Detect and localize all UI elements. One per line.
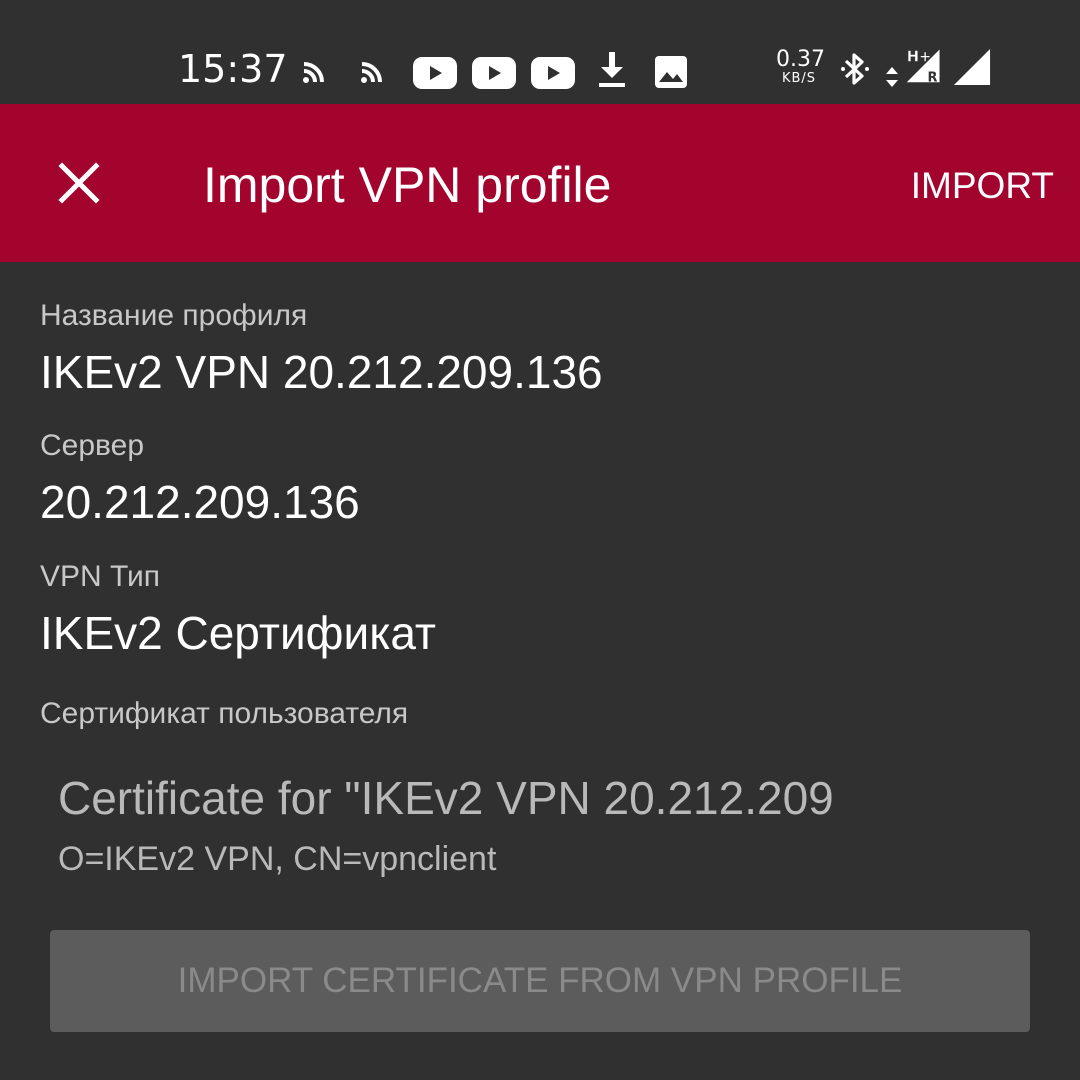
page-title: Import VPN profile xyxy=(203,157,612,213)
download-icon xyxy=(599,52,625,87)
status-time: 15:37 xyxy=(178,47,288,91)
cast-icon xyxy=(361,62,382,83)
certificate-title: Certificate for "IKEv2 VPN 20.212.209 xyxy=(58,772,834,824)
youtube-icon xyxy=(531,57,575,89)
user-certificate-label: Сертификат пользователя xyxy=(40,697,409,730)
data-activity-icon xyxy=(886,67,898,87)
server-field[interactable]: 20.212.209.136 xyxy=(40,474,360,530)
network-speed-value: 0.37 xyxy=(776,47,825,72)
server-label: Сервер xyxy=(40,429,145,462)
network-speed: 0.37 KB/S xyxy=(776,47,825,86)
cast-icon xyxy=(303,62,324,83)
close-icon[interactable] xyxy=(40,144,118,222)
network-speed-unit: KB/S xyxy=(781,71,817,86)
profile-name-label: Название профиля xyxy=(40,299,308,332)
certificate-subject: O=IKEv2 VPN, CN=vpnclient xyxy=(58,840,497,878)
signal-icon: H+ R xyxy=(907,48,940,84)
image-icon xyxy=(655,56,687,88)
vpn-type-field[interactable]: IKEv2 Сертификат xyxy=(40,605,436,661)
import-certificate-button[interactable]: IMPORT CERTIFICATE FROM VPN PROFILE xyxy=(50,930,1030,1032)
bluetooth-icon xyxy=(841,53,869,85)
status-bar: 15:37 0.37 KB/S H+ R xyxy=(0,0,1080,104)
youtube-icon xyxy=(472,57,516,89)
import-button[interactable]: IMPORT xyxy=(911,164,1054,208)
signal-icon xyxy=(953,48,991,86)
roaming-label: R xyxy=(927,70,937,84)
network-type-label: H+ xyxy=(907,49,932,66)
youtube-icon xyxy=(413,57,457,89)
profile-name-field[interactable]: IKEv2 VPN 20.212.209.136 xyxy=(40,344,603,400)
vpn-type-label: VPN Тип xyxy=(40,560,161,593)
app-bar: Import VPN profile IMPORT xyxy=(0,104,1080,262)
